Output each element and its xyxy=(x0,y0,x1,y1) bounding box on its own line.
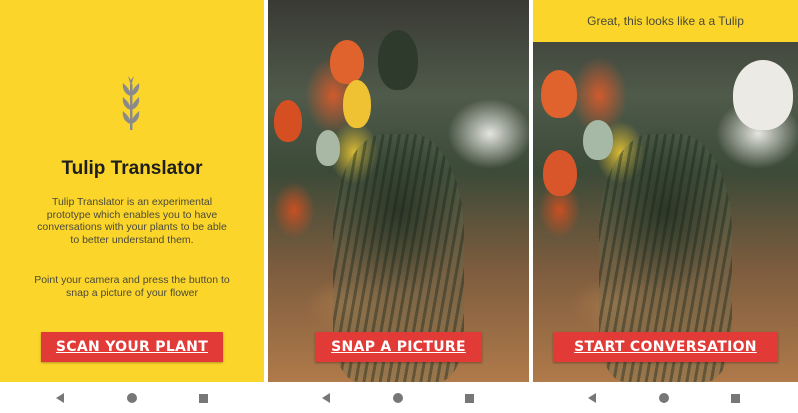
intro-screen: Tulip Translator Tulip Translator is an … xyxy=(0,0,264,382)
back-icon[interactable] xyxy=(588,393,596,403)
back-icon[interactable] xyxy=(56,393,64,403)
home-icon[interactable] xyxy=(126,393,137,403)
result-text: Great, this looks like a a Tulip xyxy=(587,14,744,28)
tulip-bud-image xyxy=(378,30,418,90)
nav-bar xyxy=(322,386,474,410)
app-title: Tulip Translator xyxy=(61,158,203,179)
result-banner: Great, this looks like a a Tulip xyxy=(533,0,798,42)
nav-bar xyxy=(588,386,740,410)
tulip-logo-icon xyxy=(116,74,146,132)
captured-photo xyxy=(533,0,798,382)
camera-screen: SNAP A PICTURE xyxy=(268,0,529,382)
app-description: Tulip Translator is an experimental prot… xyxy=(37,196,227,246)
tulip-bud-image xyxy=(343,80,371,128)
scan-plant-button[interactable]: SCAN YOUR PLANT xyxy=(41,332,223,362)
camera-hint: Point your camera and press the button t… xyxy=(34,274,230,299)
camera-preview xyxy=(268,0,529,382)
tulip-bud-image xyxy=(733,60,793,130)
tulip-bud-image xyxy=(541,70,577,118)
tulip-bud-image xyxy=(274,100,302,142)
tulip-bud-image xyxy=(316,130,340,166)
snap-picture-button[interactable]: SNAP A PICTURE xyxy=(315,332,482,362)
tulip-bud-image xyxy=(330,40,364,84)
back-icon[interactable] xyxy=(322,393,330,403)
tulip-bud-image xyxy=(583,120,613,160)
recents-icon[interactable] xyxy=(465,393,474,403)
result-screen: Great, this looks like a a Tulip START C… xyxy=(533,0,798,382)
recents-icon[interactable] xyxy=(731,393,740,403)
start-conversation-button[interactable]: START CONVERSATION xyxy=(553,332,778,362)
home-icon[interactable] xyxy=(392,393,403,403)
nav-bar xyxy=(56,386,208,410)
tulip-bud-image xyxy=(543,150,577,196)
recents-icon[interactable] xyxy=(199,393,208,403)
home-icon[interactable] xyxy=(658,393,669,403)
